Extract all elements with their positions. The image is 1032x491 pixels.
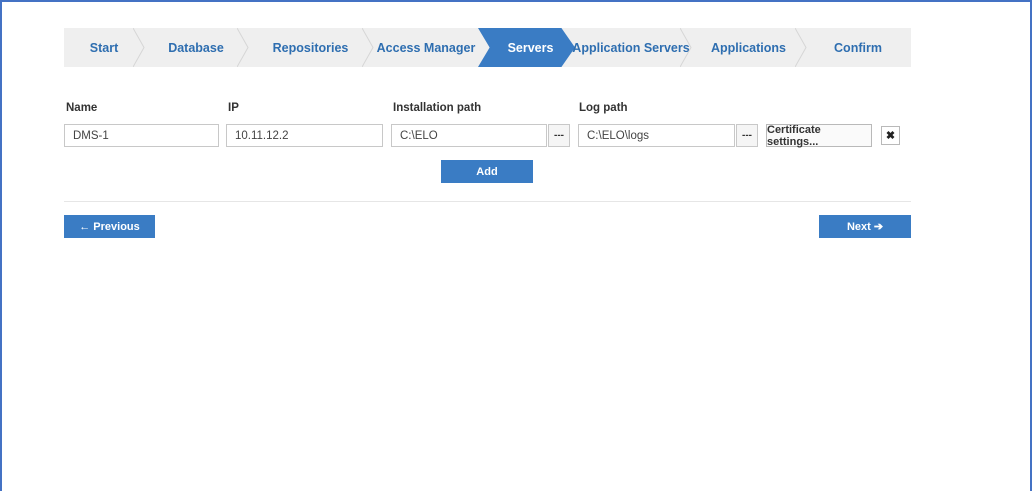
window-frame — [0, 0, 1032, 491]
step-confirm[interactable]: Confirm — [806, 28, 910, 67]
step-label: Confirm — [834, 40, 882, 55]
step-start[interactable]: Start — [64, 28, 145, 67]
log-path-input[interactable] — [578, 124, 735, 147]
log-path-column-label: Log path — [579, 102, 628, 114]
installation-path-input[interactable] — [391, 124, 547, 147]
step-servers[interactable]: Servers — [478, 28, 575, 67]
step-label: Database — [168, 40, 224, 55]
ip-column-label: IP — [228, 102, 239, 114]
installation-path-column-label: Installation path — [393, 102, 482, 114]
step-applications[interactable]: Applications — [691, 28, 807, 67]
step-repositories[interactable]: Repositories — [248, 28, 374, 67]
remove-server-button[interactable]: ✖ — [881, 126, 900, 145]
close-icon: ✖ — [885, 130, 896, 142]
step-label: Start — [89, 40, 119, 55]
wizard-steps: Start Database Repositories Access Manag… — [64, 28, 911, 67]
previous-button[interactable]: ← Previous — [64, 215, 155, 238]
name-column-label: Name — [66, 102, 98, 114]
divider — [64, 201, 911, 202]
server-name-input[interactable] — [64, 124, 219, 147]
step-label: Application Servers — [572, 40, 690, 55]
step-label: Access Manager — [376, 40, 476, 55]
step-application-servers[interactable]: Application Servers — [571, 28, 692, 67]
server-ip-input[interactable] — [226, 124, 383, 147]
certificate-settings-button[interactable]: Certificate settings... — [766, 124, 872, 148]
log-path-browse-button[interactable]: --- — [736, 124, 758, 147]
next-button[interactable]: Next ➔ — [819, 215, 911, 238]
step-access-manager[interactable]: Access Manager — [373, 28, 479, 67]
step-database[interactable]: Database — [144, 28, 249, 67]
step-label: Servers — [507, 40, 554, 55]
add-server-button[interactable]: Add — [441, 160, 533, 183]
step-label: Applications — [710, 40, 786, 55]
installation-path-browse-button[interactable]: --- — [548, 124, 570, 147]
step-label: Repositories — [272, 40, 349, 55]
